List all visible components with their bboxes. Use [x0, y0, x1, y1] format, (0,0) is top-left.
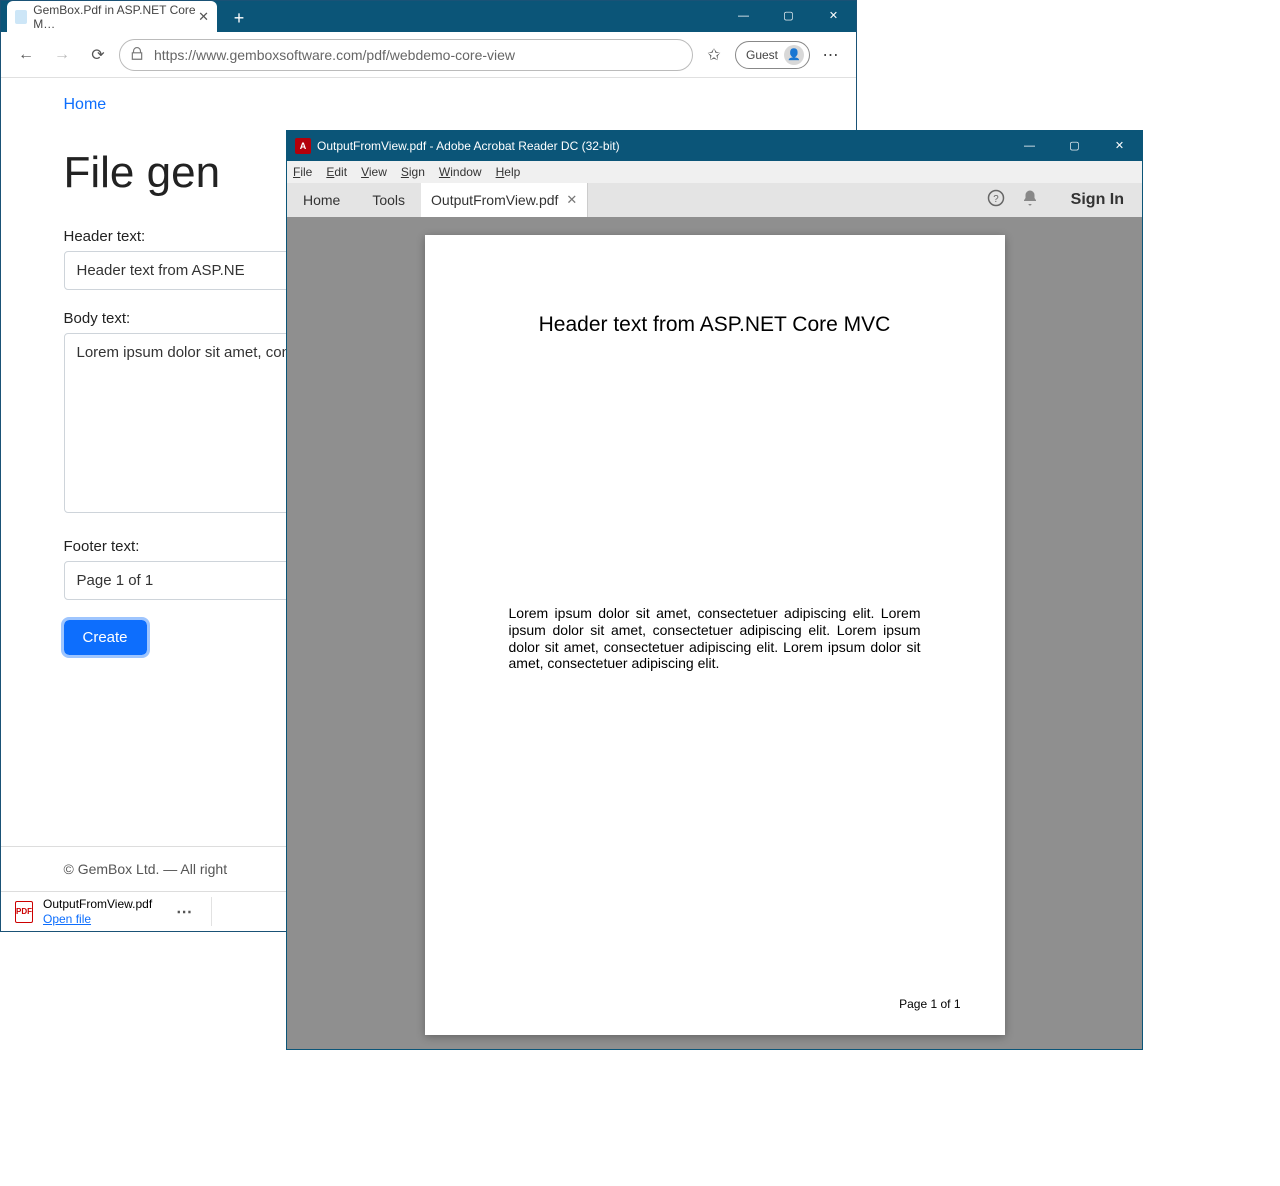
menu-view[interactable]: View — [361, 165, 387, 179]
acrobat-title: OutputFromView.pdf - Adobe Acrobat Reade… — [317, 139, 620, 153]
favorites-icon[interactable]: ✩ — [699, 40, 729, 70]
tab-title: GemBox.Pdf in ASP.NET Core M… — [33, 3, 198, 31]
acrobat-titlebar: A OutputFromView.pdf - Adobe Acrobat Rea… — [287, 131, 1142, 161]
svg-text:?: ? — [993, 193, 999, 204]
lock-icon — [130, 47, 146, 63]
acrobat-minimize-button[interactable]: — — [1007, 131, 1052, 160]
more-icon[interactable]: ⋯ — [816, 45, 846, 65]
tab-close-icon[interactable]: ✕ — [198, 9, 209, 25]
doc-tab-label: OutputFromView.pdf — [431, 192, 558, 208]
acrobat-tabbar: Home Tools OutputFromView.pdf ✕ ? Sign I… — [287, 183, 1142, 217]
menu-window[interactable]: Window — [439, 165, 482, 179]
browser-tab[interactable]: GemBox.Pdf in ASP.NET Core M… ✕ — [7, 1, 217, 32]
pdf-header-text: Header text from ASP.NET Core MVC — [425, 235, 1005, 337]
menu-help[interactable]: Help — [496, 165, 521, 179]
acrobat-right-icons: ? — [973, 183, 1053, 217]
maximize-button[interactable]: ▢ — [766, 1, 811, 30]
acrobat-menubar: File Edit View Sign Window Help — [287, 161, 1142, 183]
menu-edit[interactable]: Edit — [326, 165, 347, 179]
minimize-button[interactable]: — — [721, 1, 766, 30]
menu-file[interactable]: File — [293, 165, 312, 179]
new-tab-button[interactable]: + — [225, 4, 253, 32]
download-more-icon[interactable]: ⋯ — [176, 902, 193, 922]
browser-titlebar: GemBox.Pdf in ASP.NET Core M… ✕ + — ▢ ✕ — [1, 1, 856, 32]
menu-sign[interactable]: Sign — [401, 165, 425, 179]
back-button[interactable]: ← — [11, 40, 41, 70]
acrobat-viewport[interactable]: Header text from ASP.NET Core MVC Lorem … — [287, 217, 1142, 1049]
home-link[interactable]: Home — [64, 96, 107, 114]
reload-button[interactable]: ⟳ — [83, 40, 113, 70]
avatar-icon: 👤 — [784, 45, 804, 65]
acrobat-close-button[interactable]: ✕ — [1097, 131, 1142, 160]
forward-button[interactable]: → — [47, 40, 77, 70]
pdf-footer-text: Page 1 of 1 — [899, 997, 960, 1011]
favicon-icon — [15, 10, 27, 24]
sign-in-button[interactable]: Sign In — [1053, 183, 1142, 217]
acrobat-app-icon: A — [295, 138, 311, 154]
acrobat-window: A OutputFromView.pdf - Adobe Acrobat Rea… — [286, 130, 1143, 1050]
profile-label: Guest — [746, 48, 778, 62]
profile-chip[interactable]: Guest 👤 — [735, 41, 810, 69]
acrobat-window-controls: — ▢ ✕ — [1007, 131, 1142, 160]
doc-tab-close-icon[interactable]: ✕ — [566, 192, 577, 208]
bell-icon[interactable] — [1021, 189, 1039, 212]
pdf-icon: PDF — [15, 901, 33, 923]
download-item[interactable]: PDF OutputFromView.pdf Open file ⋯ — [15, 897, 212, 926]
acrobat-maximize-button[interactable]: ▢ — [1052, 131, 1097, 160]
close-window-button[interactable]: ✕ — [811, 1, 856, 30]
url-text: https://www.gembox­software.com/pdf/webd… — [154, 47, 515, 63]
acrobat-home-tab[interactable]: Home — [287, 183, 356, 217]
pdf-body-text: Lorem ipsum dolor sit amet, consectetuer… — [509, 605, 921, 672]
help-icon[interactable]: ? — [987, 189, 1005, 212]
browser-toolbar: ← → ⟳ https://www.gembox­software.com/pd… — [1, 32, 856, 78]
download-open-link[interactable]: Open file — [43, 912, 152, 926]
window-controls: — ▢ ✕ — [721, 1, 856, 30]
pdf-page: Header text from ASP.NET Core MVC Lorem … — [425, 235, 1005, 1035]
download-filename: OutputFromView.pdf — [43, 897, 152, 911]
address-bar[interactable]: https://www.gembox­software.com/pdf/webd… — [119, 39, 693, 71]
acrobat-tools-tab[interactable]: Tools — [356, 183, 421, 217]
acrobat-doc-tab[interactable]: OutputFromView.pdf ✕ — [421, 183, 588, 217]
create-button[interactable]: Create — [64, 620, 147, 655]
